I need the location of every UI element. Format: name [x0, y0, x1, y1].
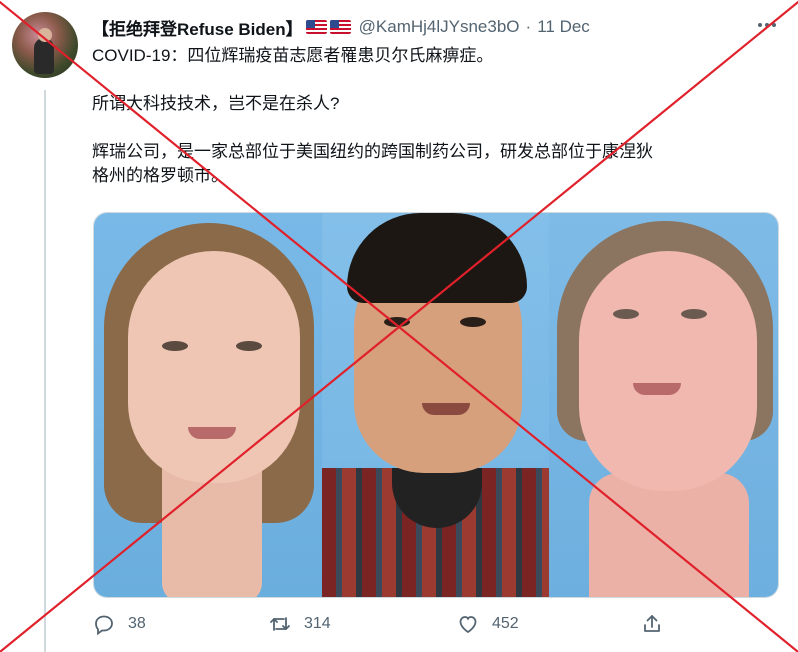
tweet-media[interactable]	[93, 212, 779, 598]
us-flag-icon	[305, 20, 327, 34]
tweet-text-line: 所谓大科技技术，岂不是在杀人?	[92, 94, 340, 113]
tweet-date[interactable]: 11 Dec	[537, 17, 590, 37]
like-count: 452	[492, 615, 519, 632]
like-button[interactable]: 452	[456, 612, 519, 636]
retweet-icon	[270, 617, 290, 631]
heart-icon	[459, 616, 477, 634]
share-button[interactable]	[640, 612, 664, 636]
display-name[interactable]: 【拒绝拜登Refuse Biden】	[92, 15, 303, 40]
reply-count: 38	[128, 615, 146, 632]
tweet-text: COVID-19：四位辉瑞疫苗志愿者罹患贝尔氏麻痹症。 所谓大科技技术，岂不是在…	[92, 44, 772, 188]
tweet-actions: 38 314 452	[92, 612, 692, 640]
separator-dot: ·	[525, 17, 532, 36]
tweet-header: 【拒绝拜登Refuse Biden】 @KamHj4lJYsne3bO · 11…	[92, 14, 590, 40]
us-flag-icon	[329, 20, 351, 34]
user-avatar[interactable]	[12, 12, 78, 78]
thread-line	[44, 90, 46, 652]
share-icon	[644, 615, 660, 632]
tweet-text-line: 辉瑞公司，是一家总部位于美国纽约的跨国制药公司，研发总部位于康涅狄	[92, 142, 653, 161]
photo-woman-left	[94, 213, 322, 597]
retweet-button[interactable]: 314	[268, 612, 331, 636]
photo-man-center	[322, 213, 549, 597]
user-handle[interactable]: @KamHj4lJYsne3bO	[359, 17, 520, 37]
tweet-text-line: COVID-19：四位辉瑞疫苗志愿者罹患贝尔氏麻痹症。	[92, 46, 494, 65]
tweet-text-line: 格州的格罗顿市。	[92, 166, 228, 185]
avatar-head	[38, 28, 52, 42]
reply-icon	[95, 615, 113, 636]
retweet-count: 314	[304, 615, 331, 632]
photo-woman-right	[549, 213, 778, 597]
avatar-figure	[34, 38, 54, 74]
more-options-icon[interactable]	[754, 18, 780, 32]
reply-button[interactable]: 38	[92, 612, 146, 636]
